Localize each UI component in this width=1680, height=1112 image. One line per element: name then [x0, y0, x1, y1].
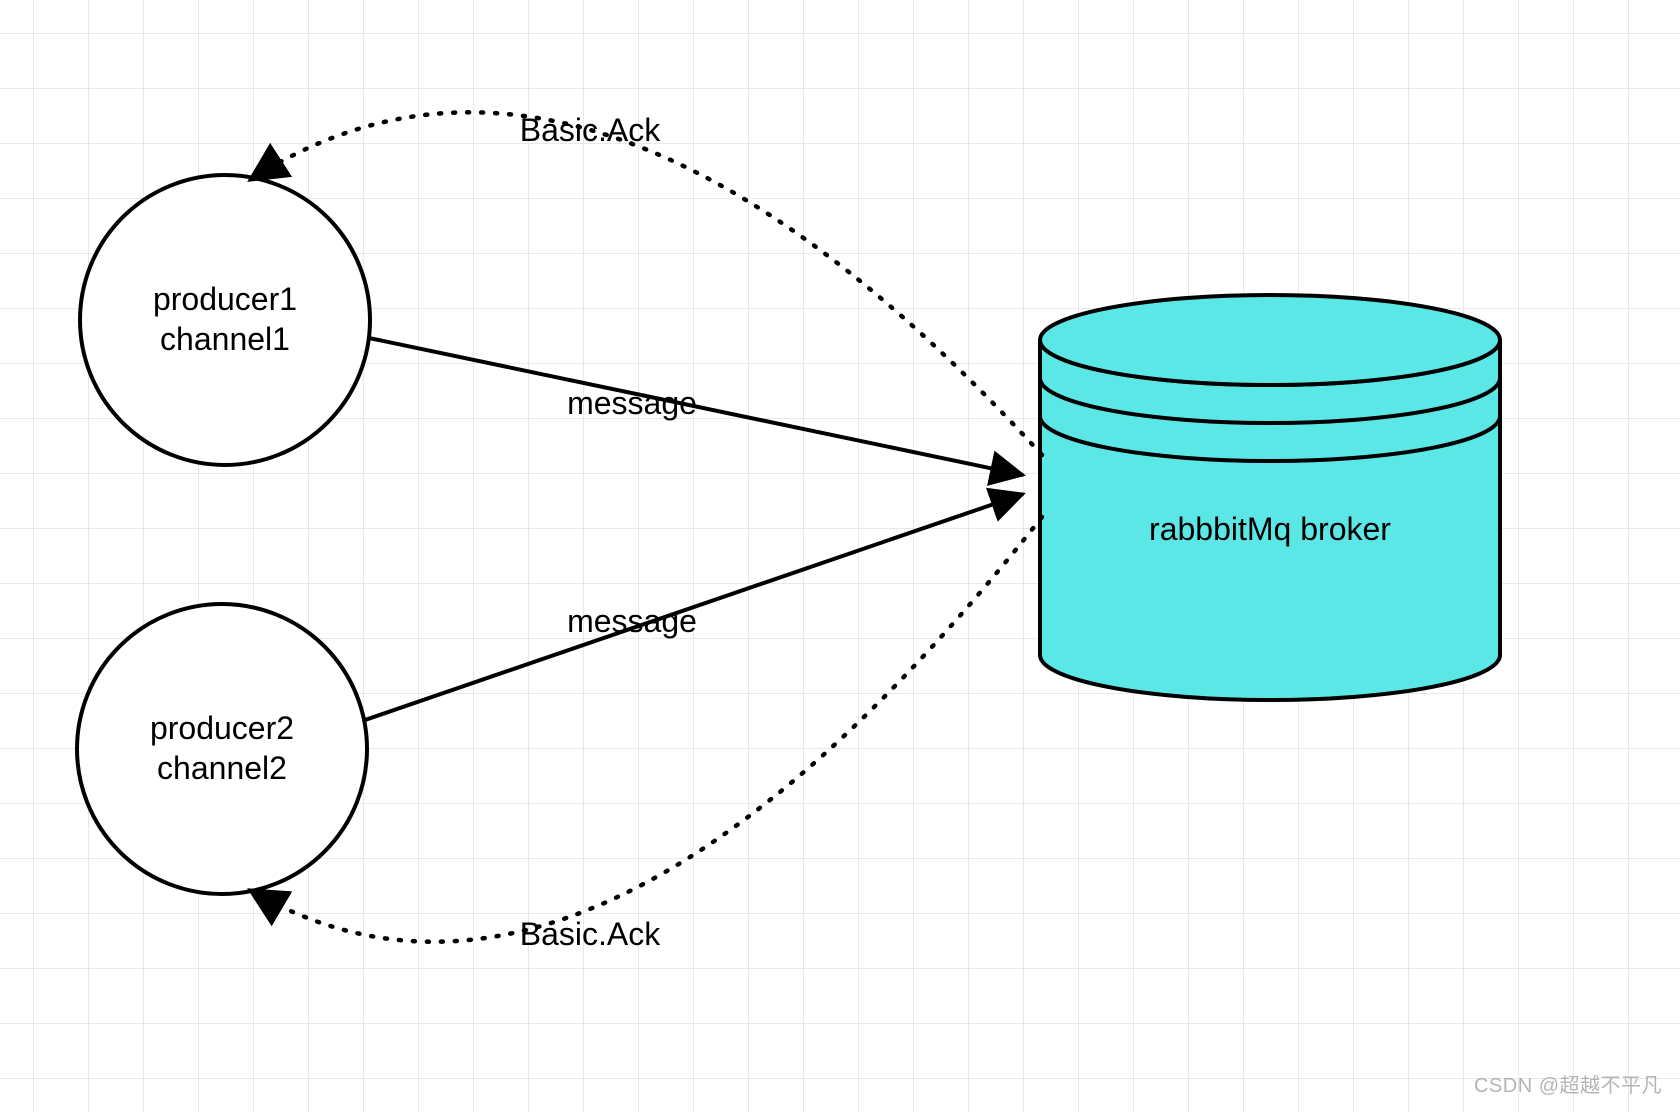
- edge-message-1: message: [369, 338, 1023, 475]
- watermark: CSDN @超越不平凡: [1474, 1069, 1662, 1098]
- producer1-line1: producer1: [153, 281, 297, 317]
- edge-ack-2-label: Basic.Ack: [520, 916, 661, 952]
- producer1-node: producer1 channel1: [80, 175, 370, 465]
- producer1-line2: channel1: [160, 321, 290, 357]
- edge-message-2-label: message: [567, 603, 697, 639]
- edge-message-2: message: [365, 494, 1023, 720]
- producer2-line2: channel2: [157, 750, 287, 786]
- edge-ack-2: Basic.Ack: [250, 517, 1042, 952]
- broker-node: rabbbitMq broker: [1040, 295, 1500, 700]
- producer2-line1: producer2: [150, 710, 294, 746]
- edge-message-1-label: message: [567, 385, 697, 421]
- diagram-canvas: rabbbitMq broker producer1 channel1 prod…: [0, 0, 1680, 1112]
- producer2-node: producer2 channel2: [77, 604, 367, 894]
- edge-ack-1-label: Basic.Ack: [520, 112, 661, 148]
- broker-label: rabbbitMq broker: [1149, 511, 1391, 547]
